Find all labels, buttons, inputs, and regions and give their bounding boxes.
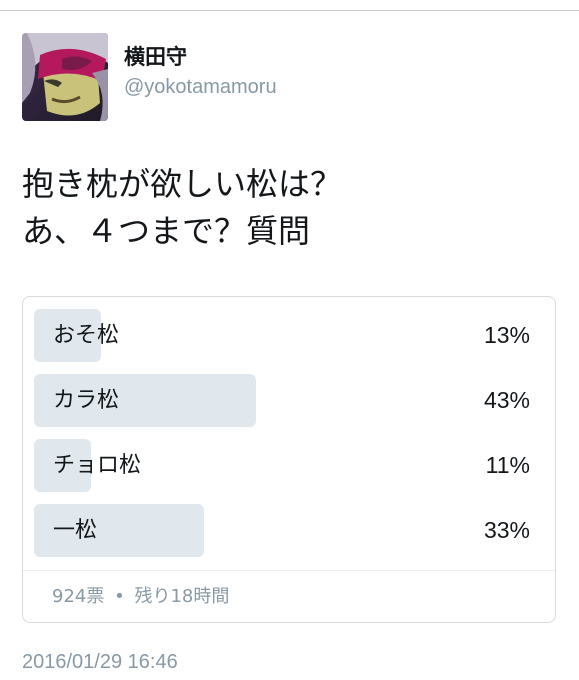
top-divider <box>0 10 579 11</box>
poll-vote-count: 924票 <box>52 586 105 607</box>
poll-option-2[interactable]: カラ松 43% <box>34 374 530 427</box>
display-name[interactable]: 横田守 <box>124 44 277 70</box>
author-info: 横田守 @yokotamamoru <box>124 44 277 99</box>
poll-option-percent: 33% <box>483 517 530 543</box>
tweet-text-line: 抱き枕が欲しい松は？ <box>22 165 343 203</box>
avatar[interactable] <box>22 33 108 121</box>
poll-separator: • <box>114 586 125 607</box>
poll-option-1[interactable]: おそ松 13% <box>34 309 530 362</box>
poll-option-4[interactable]: 一松 33% <box>34 504 530 557</box>
poll-footer: 924票 • 残り18時間 <box>52 570 229 624</box>
poll-option-label: おそ松 <box>53 323 120 348</box>
tweet-text-line: あ、４つまで？質問 <box>22 212 311 250</box>
poll-option-label: 一松 <box>53 518 98 543</box>
poll-option-label: カラ松 <box>53 388 120 413</box>
avatar-image <box>22 33 108 121</box>
poll-time-remaining: 残り18時間 <box>134 586 230 607</box>
poll-option-3[interactable]: チョロ松 11% <box>34 439 530 492</box>
user-handle[interactable]: @yokotamamoru <box>124 75 277 99</box>
poll-option-label: チョロ松 <box>53 453 142 478</box>
tweet-text: 抱き枕が欲しい松は？ あ、４つまで？質問 <box>22 161 562 255</box>
poll-option-percent: 13% <box>483 322 530 348</box>
tweet-timestamp[interactable]: 2016/01/29 16:46 <box>22 649 178 675</box>
poll-option-percent: 11% <box>485 452 530 478</box>
poll-option-percent: 43% <box>483 387 530 413</box>
poll-card: おそ松 13% カラ松 43% チョロ松 11% 一松 33% 924票 • 残… <box>22 296 556 623</box>
tweet-header: 横田守 @yokotamamoru <box>22 33 277 121</box>
